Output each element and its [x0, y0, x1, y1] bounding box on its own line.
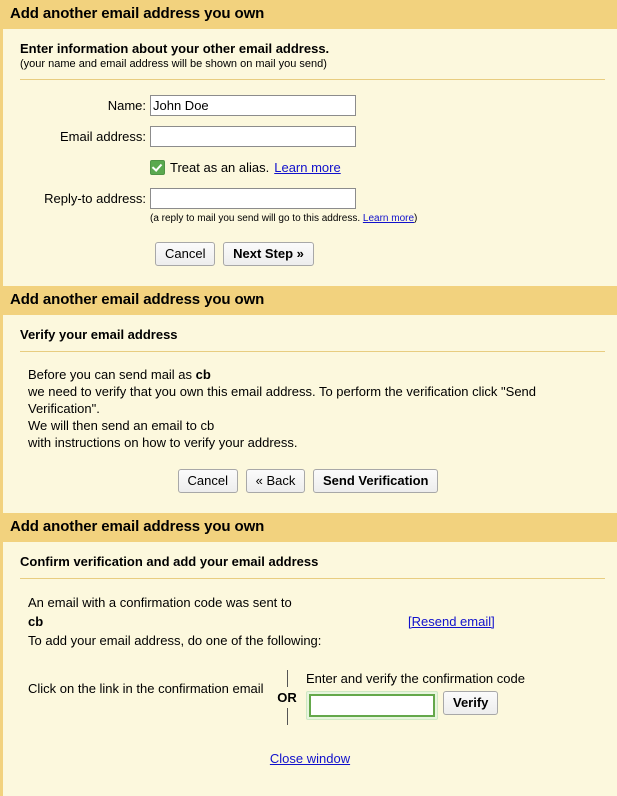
verify-line-3: We will then send an email to cb [28, 418, 215, 433]
panel-3-header: Add another email address you own [0, 513, 617, 542]
alias-learn-more-link[interactable]: Learn more [274, 160, 340, 175]
confirmation-address-value: cb [28, 614, 44, 629]
confirmation-code-input-wrapper [306, 691, 438, 720]
resend-email-link[interactable]: [Resend email] [408, 612, 495, 631]
panel-1-section-title: Enter information about your other email… [20, 41, 330, 56]
cancel-button-step1[interactable]: Cancel [155, 242, 216, 266]
confirmation-options-row: Click on the link in the confirmation em… [3, 670, 617, 725]
reply-to-learn-more-link[interactable]: Learn more [363, 213, 414, 224]
panel-2-section-title: Verify your email address [20, 327, 178, 342]
reply-to-hint-suffix: ) [414, 213, 418, 224]
reply-to-label: Reply-to address: [44, 190, 146, 206]
panel-verify-email-step2: Add another email address you own Verify… [0, 286, 617, 513]
verify-line-2: we need to verify that you own this emai… [28, 384, 537, 416]
reply-to-input[interactable] [150, 187, 356, 209]
reply-to-hint-row: (a reply to mail you send will go to thi… [3, 211, 417, 224]
panel-1-body: Enter information about your other email… [0, 29, 617, 286]
reply-to-hint: (a reply to mail you send will go to thi… [150, 211, 417, 224]
verify-line-1-prefix: Before you can send mail as [28, 367, 196, 382]
treat-as-alias-label: Treat as an alias. [170, 159, 270, 175]
close-window-link[interactable]: Close window [270, 751, 350, 766]
confirmation-sent-line: An email with a confirmation code was se… [28, 595, 292, 610]
confirmation-code-input[interactable] [309, 694, 435, 717]
email-address-row: Email address: [3, 123, 417, 149]
confirmation-instruction: To add your email address, do one of the… [28, 633, 322, 648]
send-verification-button[interactable]: Send Verification [312, 469, 439, 493]
confirmation-options: Click on the link in the confirmation em… [3, 670, 617, 725]
option-click-link-text: Click on the link in the confirmation em… [28, 681, 264, 696]
email-address-label: Email address: [60, 128, 146, 144]
verify-line-4: with instructions on how to verify your … [28, 435, 298, 450]
panel-2-header: Add another email address you own [0, 286, 617, 315]
treat-as-alias-checkbox[interactable] [150, 159, 165, 175]
option-enter-code: Enter and verify the confirmation code V… [306, 670, 617, 725]
alias-row: Treat as an alias. Learn more [3, 154, 417, 180]
confirmation-code-label: Enter and verify the confirmation code [306, 671, 525, 686]
verify-button[interactable]: Verify [443, 691, 499, 715]
panel-1-divider [20, 79, 605, 80]
name-input[interactable] [150, 94, 356, 116]
confirmation-address: cb [28, 612, 605, 631]
or-dash-bottom-icon [286, 708, 288, 725]
close-window-row: Close window [3, 725, 617, 788]
panel-3-bottom-padding [3, 788, 617, 796]
cancel-button-step2[interactable]: Cancel [177, 469, 238, 493]
or-label: OR [277, 690, 297, 705]
reply-to-row: Reply-to address: [3, 185, 417, 211]
reply-to-hint-prefix: (a reply to mail you send will go to thi… [150, 213, 363, 224]
panel-1-section-subtitle: (your name and email address will be sho… [20, 58, 327, 70]
or-dash-top-icon [286, 670, 288, 687]
alias-row-spacer [3, 154, 150, 180]
panel-1-header: Add another email address you own [0, 0, 617, 29]
confirmation-summary: An email with a confirmation code was se… [3, 579, 617, 650]
verify-line-1: Before you can send mail as cb [28, 366, 605, 383]
verify-address: cb [195, 367, 211, 382]
name-label: Name: [107, 97, 146, 113]
verify-instructions: Before you can send mail as cb we need t… [3, 352, 617, 451]
or-separator: OR [268, 670, 306, 725]
panel-add-email-step1: Add another email address you own Enter … [0, 0, 617, 286]
panel-3-body: Confirm verification and add your email … [0, 542, 617, 796]
panel-1-button-row: Cancel Next Step » [3, 224, 617, 286]
panel-2-button-row: Cancel « Back Send Verification [3, 451, 617, 513]
name-row: Name: [3, 92, 417, 118]
confirmation-code-row: Verify [306, 691, 617, 720]
email-address-input[interactable] [150, 125, 356, 147]
email-address-form: Name: Email address: Treat as an alias [3, 92, 417, 224]
back-button[interactable]: « Back [245, 469, 306, 493]
panel-2-body: Verify your email address Before you can… [0, 315, 617, 513]
next-step-button[interactable]: Next Step » [223, 242, 314, 266]
panel-confirm-verification-step3: Add another email address you own Confir… [0, 513, 617, 796]
panel-3-section-title: Confirm verification and add your email … [20, 554, 319, 569]
